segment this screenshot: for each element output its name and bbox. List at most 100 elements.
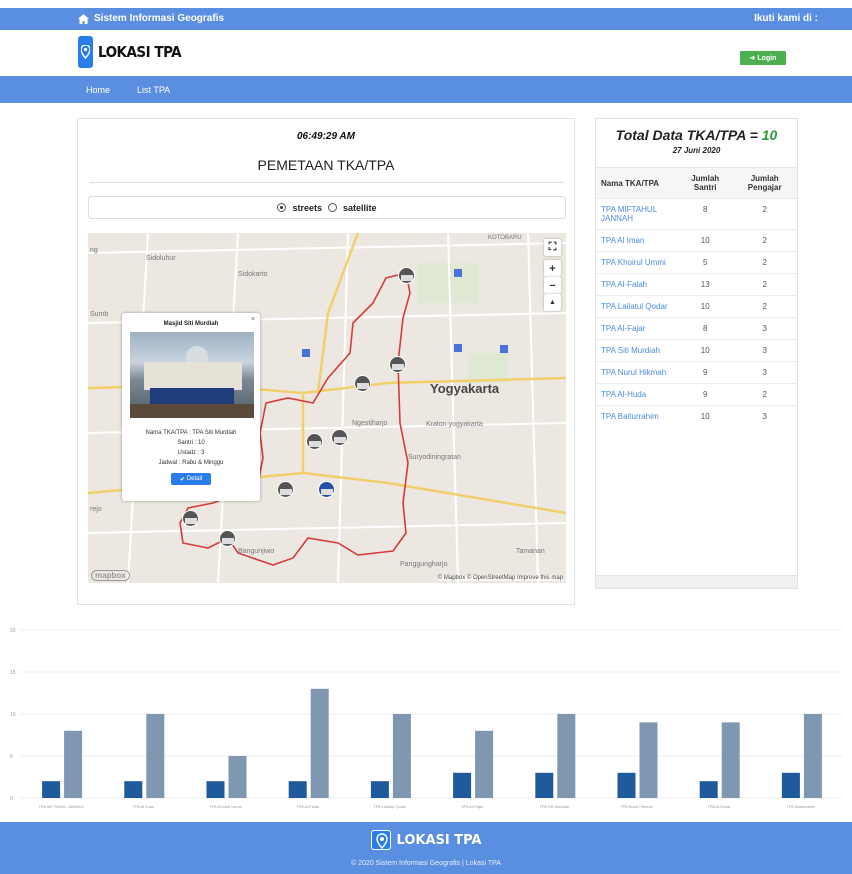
tpa-name-link[interactable]: TPA Lailatul Qodar: [596, 295, 678, 318]
total-count: 10: [761, 127, 778, 143]
bar[interactable]: [535, 772, 554, 798]
divider: [90, 182, 564, 183]
detail-button[interactable]: ✔ Detail: [171, 473, 211, 485]
tpa-name-link[interactable]: TPA Al-Fajar: [596, 317, 678, 340]
santri-count: 13: [678, 273, 733, 296]
pengajar-count: 2: [732, 295, 797, 318]
bar[interactable]: [42, 781, 61, 798]
x-tick-label: TPA Siti Murdiah: [540, 804, 570, 809]
fullscreen-button[interactable]: ⛶: [544, 239, 561, 256]
popup-santri: Santri : 10: [177, 440, 205, 446]
main-nav: Home List TPA: [0, 76, 852, 103]
radio-satellite[interactable]: [328, 203, 337, 212]
zoom-out-button[interactable]: −: [544, 277, 561, 294]
map-label-tamanan: Tamanan: [516, 548, 545, 555]
santri-count: 10: [678, 339, 733, 362]
santri-count: 8: [678, 317, 733, 340]
bar[interactable]: [310, 688, 329, 798]
map-label-sumb: Sumb: [90, 311, 109, 318]
x-tick-label: TPA Nurul Hikmah: [620, 804, 653, 809]
total-title-text: Total Data TKA/TPA =: [615, 127, 762, 143]
follow-us-text: Ikuti kami di :: [754, 13, 818, 24]
map-marker[interactable]: [306, 433, 323, 450]
map-pin-icon: [370, 830, 391, 850]
x-tick-label: TPA Lailatul Qodar: [373, 804, 407, 809]
map-marker[interactable]: [354, 375, 371, 392]
compass-button[interactable]: ▲: [544, 294, 561, 311]
tpa-name-link[interactable]: TPA Khoirul Ummi: [596, 251, 678, 274]
bar[interactable]: [392, 714, 411, 798]
tpa-name-link[interactable]: TPA Al-Huda: [596, 383, 678, 406]
tpa-name-link[interactable]: TPA MIFTAHUL JANNAH: [596, 198, 678, 230]
bar[interactable]: [721, 722, 740, 798]
bar[interactable]: [617, 772, 636, 798]
bar[interactable]: [288, 781, 307, 798]
close-icon[interactable]: ×: [251, 316, 255, 323]
tpa-name-link[interactable]: TPA Al Iman: [596, 229, 678, 252]
map-title: PEMETAAN TKA/TPA: [257, 157, 395, 173]
radio-satellite-label[interactable]: satellite: [343, 203, 377, 213]
bar[interactable]: [146, 714, 165, 798]
bar[interactable]: [453, 772, 472, 798]
x-tick-label: TPA Al-Falah: [296, 804, 319, 809]
table-row: TPA Khoirul Ummi 5 2: [596, 251, 797, 274]
bar[interactable]: [557, 714, 576, 798]
top-bar-title[interactable]: Sistem Informasi Geografis: [78, 13, 224, 24]
pengajar-count: 3: [732, 317, 797, 340]
y-tick-label: 15: [10, 670, 16, 676]
map-marker[interactable]: [318, 481, 335, 498]
bar[interactable]: [803, 714, 822, 798]
pengajar-count: 2: [732, 229, 797, 252]
tpa-name-link[interactable]: TPA Siti Murdiah: [596, 339, 678, 362]
y-tick-label: 5: [10, 754, 13, 760]
bar[interactable]: [370, 781, 389, 798]
bar[interactable]: [475, 730, 494, 798]
x-tick-label: TPA Al-Fajar: [461, 804, 484, 809]
pengajar-count: 2: [732, 251, 797, 274]
brand-name: LOKASI TPA: [98, 43, 182, 61]
zoom-in-button[interactable]: +: [544, 260, 561, 277]
bar[interactable]: [699, 781, 718, 798]
map-marker[interactable]: [219, 530, 236, 547]
pengajar-count: 3: [732, 405, 797, 427]
pengajar-count: 2: [732, 198, 797, 230]
pengajar-count: 3: [732, 339, 797, 362]
mapbox-logo[interactable]: mapbox: [91, 570, 130, 581]
santri-count: 10: [678, 295, 733, 318]
map-view[interactable]: Sidoluhur Sidokarto Sumb ng Yogyakarta N…: [88, 233, 566, 583]
header-nama: Nama TKA/TPA: [596, 167, 678, 199]
bar[interactable]: [228, 756, 247, 798]
bar[interactable]: [64, 730, 83, 798]
tpa-name-link[interactable]: TPA Nurul Hikmah: [596, 361, 678, 384]
map-label-bangunjiwo: Bangunjiwo: [238, 548, 275, 555]
total-title: Total Data TKA/TPA = 10: [596, 127, 797, 143]
map-label-kotabaru: KOTOBARU: [488, 235, 522, 241]
nav-home[interactable]: Home: [86, 85, 110, 95]
pengajar-count: 2: [732, 383, 797, 406]
bar[interactable]: [639, 722, 658, 798]
radio-streets-label[interactable]: streets: [292, 203, 322, 213]
y-tick-label: 0: [10, 796, 13, 802]
mosque-photo: [130, 332, 254, 418]
map-marker[interactable]: [389, 356, 406, 373]
radio-streets[interactable]: [277, 203, 287, 212]
bar[interactable]: [206, 781, 225, 798]
tpa-name-link[interactable]: TPA Baiturrahim: [596, 405, 678, 427]
map-label-rejo: rejo: [90, 506, 102, 513]
map-marker[interactable]: [331, 429, 348, 446]
map-marker[interactable]: [398, 267, 415, 284]
map-marker[interactable]: [277, 481, 294, 498]
x-tick-label: TPA MIFTAHUL JANNAH: [39, 804, 84, 809]
total-date: 27 Juni 2020: [672, 146, 721, 155]
nav-list-tpa[interactable]: List TPA: [137, 85, 170, 95]
santri-count: 10: [678, 405, 733, 427]
tpa-name-link[interactable]: TPA Al-Falah: [596, 273, 678, 296]
bar[interactable]: [781, 772, 800, 798]
login-button[interactable]: ➜ Login: [740, 51, 786, 65]
brand-logo[interactable]: LOKASI TPA: [78, 36, 182, 68]
table-footer: [596, 575, 797, 588]
map-attribution[interactable]: © Mapbox © OpenStreetMap Improve this ma…: [437, 575, 563, 581]
santri-count: 10: [678, 229, 733, 252]
map-marker[interactable]: [182, 510, 199, 527]
bar[interactable]: [124, 781, 143, 798]
